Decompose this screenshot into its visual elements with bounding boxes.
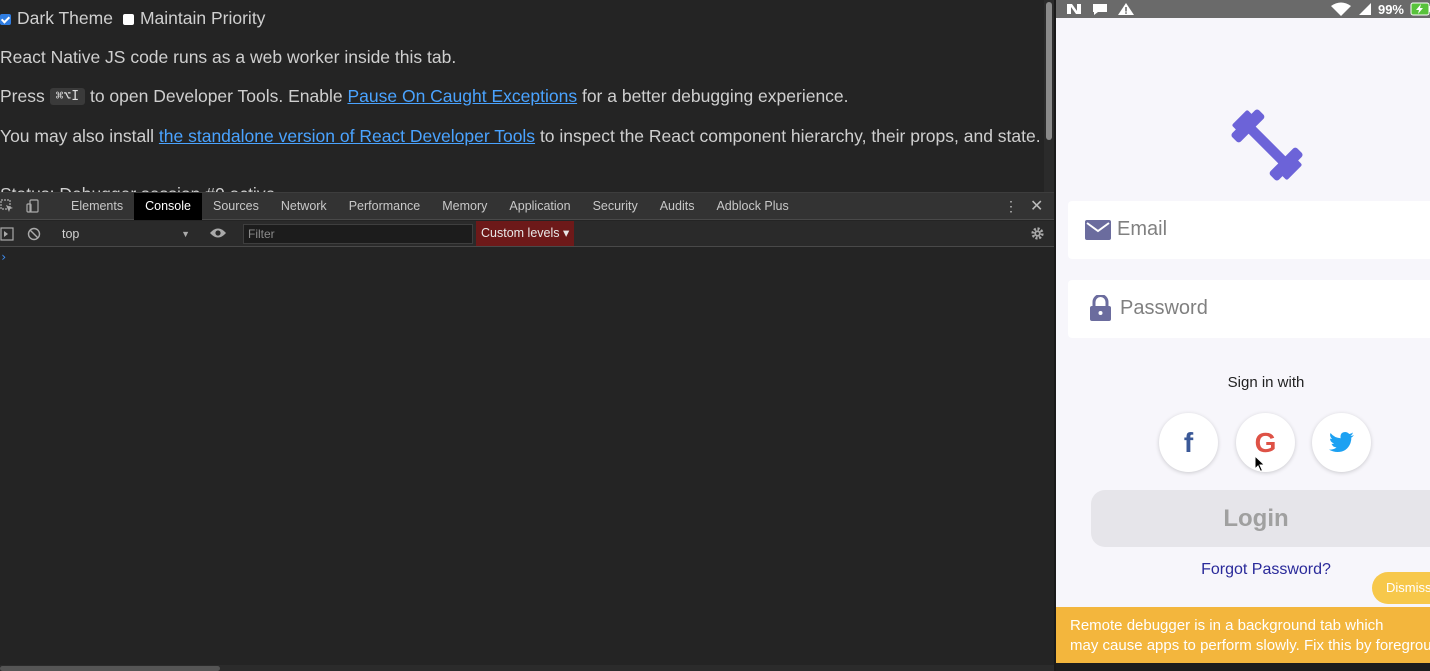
install-suffix: to inspect the React component hierarchy… xyxy=(539,126,1041,146)
warning-icon xyxy=(1118,3,1134,15)
tab-performance[interactable]: Performance xyxy=(338,193,432,220)
wifi-icon xyxy=(1330,2,1351,16)
gear-icon[interactable] xyxy=(1030,226,1045,241)
filter-input[interactable] xyxy=(243,224,473,244)
message-icon xyxy=(1093,4,1107,15)
devtools-tabbar: Elements Console Sources Network Performance… xyxy=(0,193,1054,220)
devtools-panel: Elements Console Sources Network Performance… xyxy=(0,192,1054,671)
tab-audits[interactable]: Audits xyxy=(649,193,706,220)
debugger-page: Dark Theme Maintain Priority React Nativ… xyxy=(0,0,1054,671)
status-icons-left xyxy=(1066,0,1134,18)
signal-icon xyxy=(1358,3,1371,15)
debugger-warning-banner: Remote debugger is in a background tab w… xyxy=(1056,607,1430,663)
page-scrollbar[interactable] xyxy=(1044,0,1054,192)
hscroll-thumb[interactable] xyxy=(0,666,220,671)
options-row: Dark Theme Maintain Priority xyxy=(0,8,275,29)
phone-bottom-bar xyxy=(1056,663,1430,671)
dumbbell-logo-icon xyxy=(1231,109,1303,181)
status-icons-right: 99% xyxy=(1330,0,1430,18)
install-prefix: You may also install xyxy=(0,126,155,146)
scrollbar-thumb[interactable] xyxy=(1046,2,1052,140)
mouse-cursor-icon xyxy=(1254,455,1266,473)
debugger-content: Dark Theme Maintain Priority React Nativ… xyxy=(0,0,1044,192)
banner-line-1: Remote debugger is in a background tab w… xyxy=(1070,617,1384,634)
pause-exceptions-link[interactable]: Pause On Caught Exceptions xyxy=(347,86,577,106)
eye-icon[interactable] xyxy=(209,227,227,239)
clear-console-icon[interactable] xyxy=(27,227,41,241)
chevron-down-icon: ▼ xyxy=(181,229,190,239)
hint-mid: to open Developer Tools. Enable xyxy=(89,86,343,106)
status-bar: 99% xyxy=(1056,0,1430,18)
forgot-password-link[interactable]: Forgot Password? xyxy=(1056,561,1430,579)
password-field[interactable]: Password xyxy=(1068,280,1430,338)
mail-icon xyxy=(1085,220,1111,240)
console-output[interactable]: › xyxy=(0,248,1054,663)
status-text: Status: Debugger session #0 active. xyxy=(0,184,280,192)
tab-application[interactable]: Application xyxy=(498,193,581,220)
password-placeholder: Password xyxy=(1120,297,1208,319)
shortcut-key: ⌘⌥I xyxy=(49,88,86,105)
email-field[interactable]: Email xyxy=(1068,201,1430,259)
tab-elements[interactable]: Elements xyxy=(60,193,134,220)
maintain-priority-checkbox[interactable] xyxy=(122,14,134,25)
dark-theme-checkbox[interactable] xyxy=(0,14,11,25)
twitter-icon xyxy=(1328,431,1354,452)
react-devtools-link[interactable]: the standalone version of React Develope… xyxy=(159,126,535,146)
tab-memory[interactable]: Memory xyxy=(431,193,498,220)
context-selector[interactable]: top ▼ xyxy=(56,224,194,244)
google-icon: G xyxy=(1254,426,1277,458)
devtools-tabs: Elements Console Sources Network Performance… xyxy=(60,193,800,220)
lock-icon xyxy=(1090,295,1111,321)
sidebar-toggle-icon[interactable] xyxy=(0,227,14,241)
react-devtools-hint: You may also install the standalone vers… xyxy=(0,126,1041,147)
battery-charging-icon xyxy=(1410,2,1430,16)
dark-theme-label[interactable]: Dark Theme xyxy=(17,8,113,29)
tab-security[interactable]: Security xyxy=(582,193,649,220)
banner-line-2: may cause apps to perform slowly. Fix th… xyxy=(1070,637,1430,654)
dismiss-button[interactable]: Dismiss xyxy=(1372,572,1430,604)
inspect-element-icon[interactable] xyxy=(0,199,14,213)
twitter-button[interactable] xyxy=(1312,413,1371,472)
devtools-hint: Press ⌘⌥I to open Developer Tools. Enabl… xyxy=(0,86,849,107)
maintain-priority-label[interactable]: Maintain Priority xyxy=(140,8,265,29)
email-placeholder: Email xyxy=(1117,218,1168,240)
close-icon[interactable]: ✕ xyxy=(1030,196,1043,216)
horizontal-scrollbar[interactable] xyxy=(0,665,1054,671)
log-levels-dropdown[interactable]: Custom levels ▾ xyxy=(476,221,574,246)
sign-in-with-label: Sign in with xyxy=(1227,374,1305,391)
facebook-button[interactable]: f xyxy=(1159,413,1218,472)
device-toolbar-icon[interactable] xyxy=(26,199,40,213)
tab-network[interactable]: Network xyxy=(270,193,338,220)
hint-prefix: Press xyxy=(0,86,45,106)
context-value: top xyxy=(62,227,80,241)
phone-emulator: 99% Email Password Sign in with f G Logi… xyxy=(1054,0,1430,671)
tab-sources[interactable]: Sources xyxy=(202,193,270,220)
tab-console[interactable]: Console xyxy=(134,193,202,220)
nfc-icon xyxy=(1067,4,1081,14)
battery-percent: 99% xyxy=(1377,1,1404,17)
tab-adblock-plus[interactable]: Adblock Plus xyxy=(705,193,799,220)
intro-text: React Native JS code runs as a web worke… xyxy=(0,47,457,67)
console-prompt[interactable]: › xyxy=(0,250,7,264)
console-toolbar: top ▼ Custom levels ▾ xyxy=(0,221,1054,247)
more-options-icon[interactable]: ⋮ xyxy=(1004,198,1018,215)
login-button[interactable]: Login xyxy=(1091,490,1430,547)
hint-suffix: for a better debugging experience. xyxy=(581,86,849,106)
facebook-icon: f xyxy=(1183,426,1194,458)
